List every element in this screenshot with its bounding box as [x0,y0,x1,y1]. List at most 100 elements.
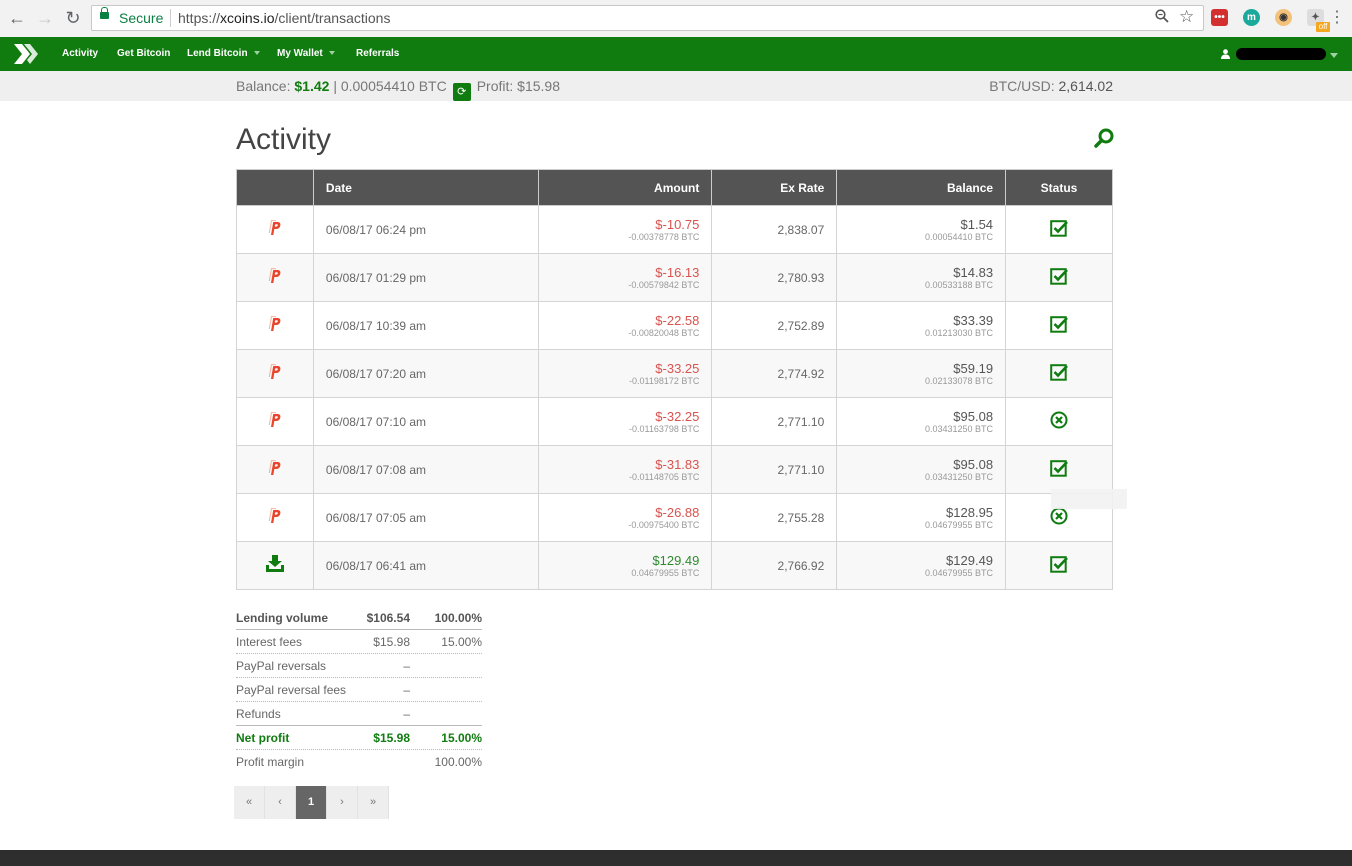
cell-ex-rate: 2,838.07 [711,205,838,254]
cell-status [1005,349,1113,398]
summary-percent: 15.00% [441,635,482,649]
table-row[interactable]: 06/08/17 01:29 pm $-16.13 -0.00579842 BTC 2… [236,253,1113,302]
cell-date: 06/08/17 07:08 am [312,445,539,494]
checkbox-checked-icon[interactable] [1050,220,1068,240]
table-row[interactable]: 06/08/17 10:39 am $-22.58 -0.00820048 BTC 2… [236,301,1113,350]
table-row[interactable]: 06/08/17 06:24 pm $-10.75 -0.00378778 BTC 2… [236,205,1113,254]
summary-value: $15.98 [373,635,410,649]
page-current-button[interactable]: 1 [296,786,327,819]
balance-usd: $1.54 [960,216,994,232]
header-ex-rate[interactable]: Ex Rate [711,169,838,206]
nav-activity[interactable]: Activity [62,48,98,59]
page-first-button[interactable]: « [234,786,265,819]
table-row[interactable]: 06/08/17 07:20 am $-33.25 -0.01198172 BTC 2… [236,349,1113,398]
nav-my-wallet[interactable]: My Wallet [277,48,335,59]
balance-label: Balance: [236,78,291,94]
checkbox-checked-icon[interactable] [1050,364,1068,384]
checkbox-checked-icon[interactable] [1050,268,1068,288]
refresh-icon[interactable]: ⟳ [452,83,471,101]
balance-btc: | 0.00054410 BTC [333,78,447,94]
bookmark-star-icon[interactable]: ☆ [1179,7,1194,27]
cell-status [1005,301,1113,350]
cell-type [236,445,314,494]
summary-value: – [403,683,410,697]
forward-arrow-icon[interactable]: → [35,8,55,28]
cell-date: 06/08/17 07:05 am [312,493,539,542]
cell-ex-rate: 2,752.89 [711,301,838,350]
checkbox-checked-icon[interactable] [1050,316,1068,336]
paypal-icon [267,364,283,383]
checkbox-checked-icon[interactable] [1050,556,1068,576]
cell-balance: $129.49 0.04679955 BTC [836,541,1007,590]
cell-balance: $1.54 0.00054410 BTC [836,205,1007,254]
profit-value: $15.98 [517,78,560,94]
amount-usd: $-33.25 [655,360,700,376]
checkbox-checked-icon[interactable] [1050,460,1068,480]
balance-usd: $33.39 [953,312,994,328]
amount-usd: $-32.25 [655,408,700,424]
table-row[interactable]: 06/08/17 07:08 am $-31.83 -0.01148705 BTC 2… [236,445,1113,494]
amount-btc: -0.00820048 BTC [628,327,700,338]
balance-btc: 0.04679955 BTC [924,519,994,530]
balance-bar: Balance: $1.42 | 0.00054410 BTC ⟳ Profit: … [0,71,1352,101]
lending-summary: Lending volume $106.54 100.00% Interest fee… [236,606,482,773]
xcoins-logo-icon[interactable] [13,43,39,65]
header-balance[interactable]: Balance [836,169,1007,206]
cell-balance: $128.95 0.04679955 BTC [836,493,1007,542]
user-menu-chevron-icon[interactable] [1330,53,1338,58]
page-prev-button[interactable]: ‹ [265,786,296,819]
lastpass-extension-icon[interactable]: ••• [1211,9,1228,26]
chevron-down-icon [328,51,335,56]
cell-type [236,253,314,302]
cell-amount: $-32.25 -0.01163798 BTC [537,397,713,446]
cell-balance: $59.19 0.02133078 BTC [836,349,1007,398]
redacted-username[interactable] [1236,48,1326,60]
summary-row: PayPal reversals – [236,654,482,678]
summary-value: – [403,659,410,673]
nav-get-bitcoin[interactable]: Get Bitcoin [117,48,170,59]
nav-lend-bitcoin[interactable]: Lend Bitcoin [187,48,260,59]
cancel-circle-icon[interactable] [1050,507,1068,528]
m-extension-icon[interactable]: m [1243,9,1260,26]
balance-usd: $95.08 [953,408,994,424]
table-header-row: Date Amount Ex Rate Balance Status [236,169,1113,206]
user-icon[interactable] [1221,49,1230,59]
cell-ex-rate: 2,766.92 [711,541,838,590]
owl-extension-icon[interactable]: ◉ [1275,9,1292,26]
summary-percent: 100.00% [434,611,482,625]
summary-value: $106.54 [366,611,410,625]
amount-btc: -0.01163798 BTC [628,423,700,434]
zoom-icon[interactable] [1155,9,1169,27]
balance-usd: $1.42 [294,78,330,94]
header-date[interactable]: Date [312,169,539,206]
profit-label: Profit: [476,78,514,94]
cell-balance: $14.83 0.00533188 BTC [836,253,1007,302]
cancel-circle-icon[interactable] [1050,411,1068,432]
summary-row: Refunds – [236,702,482,726]
table-row[interactable]: 06/08/17 07:10 am $-32.25 -0.01163798 BTC 2… [236,397,1113,446]
search-icon[interactable] [1094,127,1116,149]
header-type [236,169,314,206]
back-arrow-icon[interactable]: ← [7,8,27,28]
balance-btc: 0.01213030 BTC [924,327,994,338]
cell-status [1005,541,1113,590]
reload-icon[interactable]: ↻ [63,8,83,28]
cell-ex-rate: 2,755.28 [711,493,838,542]
paypal-icon [267,316,283,335]
page-next-button[interactable]: › [327,786,358,819]
nav-referrals[interactable]: Referrals [356,48,399,59]
header-amount[interactable]: Amount [537,169,713,206]
summary-row: Lending volume $106.54 100.00% [236,606,482,630]
table-row[interactable]: 06/08/17 07:05 am $-26.88 -0.00975400 BTC 2… [236,493,1113,542]
browser-menu-icon[interactable]: ⋮ [1327,8,1347,28]
secure-label: Secure [119,10,164,26]
amount-usd: $-22.58 [655,312,700,328]
amount-btc: -0.00378778 BTC [628,231,700,242]
cell-amount: $-22.58 -0.00820048 BTC [537,301,713,350]
amount-usd: $-26.88 [655,504,700,520]
cell-status [1005,445,1113,494]
page-last-button[interactable]: » [358,786,389,819]
address-bar[interactable]: Secure https://xcoins.io/client/transact… [91,5,1204,31]
table-row[interactable]: 06/08/17 06:41 am $129.49 0.04679955 BTC 2,… [236,541,1113,590]
header-status[interactable]: Status [1005,169,1113,206]
